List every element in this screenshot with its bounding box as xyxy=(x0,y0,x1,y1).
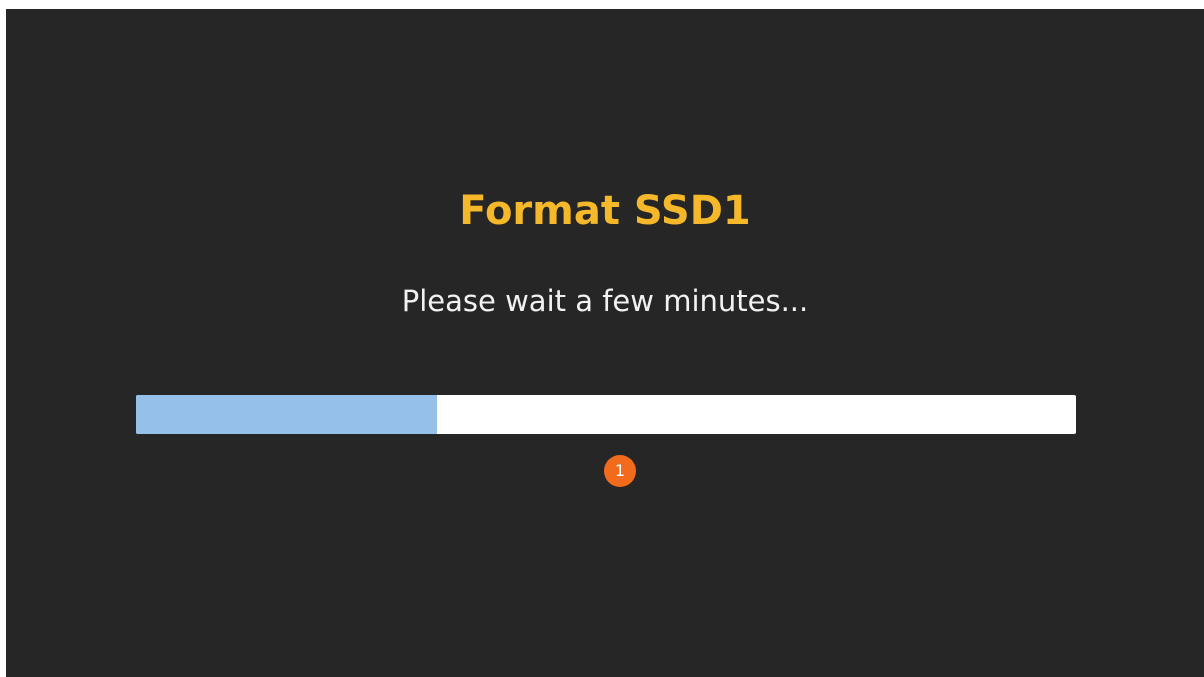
progress-bar xyxy=(136,395,1076,434)
step-number-badge: 1 xyxy=(604,455,636,487)
status-message: Please wait a few minutes... xyxy=(401,284,809,318)
page-title: Format SSD1 xyxy=(459,188,751,234)
progress-bar-fill xyxy=(136,395,437,434)
format-screen: Format SSD1 Please wait a few minutes...… xyxy=(6,9,1204,677)
